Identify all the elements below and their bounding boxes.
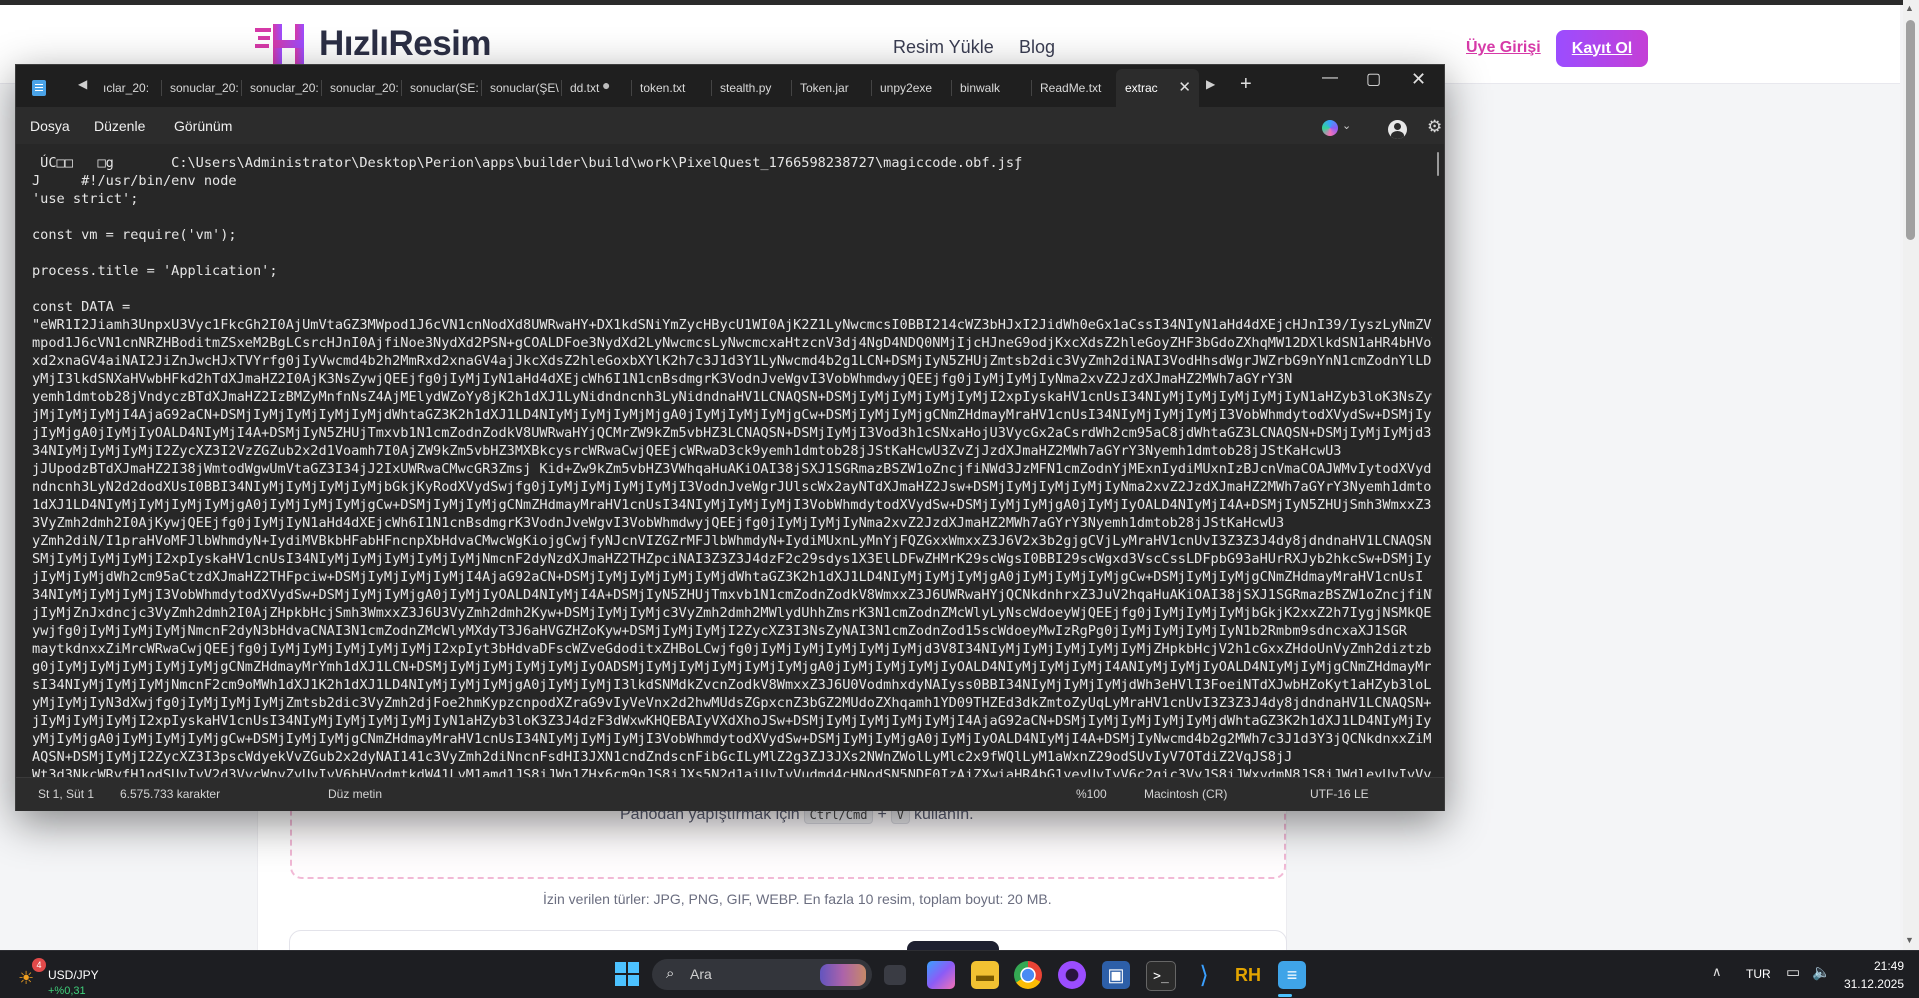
minimize-icon[interactable]: —: [1322, 69, 1338, 87]
tab-file-12[interactable]: binwalk: [951, 69, 1031, 107]
vscode-icon[interactable]: ⟩: [1190, 961, 1218, 989]
unsaved-dot-icon: ●: [602, 77, 611, 93]
tab-file-11[interactable]: unpy2exe: [871, 69, 951, 107]
network-icon[interactable]: ▭: [1786, 963, 1800, 981]
input-language[interactable]: TUR: [1746, 967, 1771, 981]
menu-view[interactable]: Görünüm: [174, 118, 232, 134]
clock-date[interactable]: 31.12.2025: [1840, 977, 1904, 991]
status-format: Düz metin: [328, 787, 383, 801]
taskbar-search[interactable]: ⌕ Ara: [652, 959, 872, 990]
close-tab-icon[interactable]: ✕: [1178, 78, 1191, 96]
nav-resim-yukle[interactable]: Resim Yükle: [893, 37, 994, 58]
active-tab-label: extrac: [1125, 81, 1158, 95]
menu-edit[interactable]: Düzenle: [94, 118, 145, 134]
network-tool-icon[interactable]: ▣: [1102, 961, 1130, 989]
login-link[interactable]: Üye Girişi: [1466, 39, 1541, 57]
tab-scroll-left-icon[interactable]: ◀: [78, 77, 87, 91]
copilot-icon[interactable]: [1322, 120, 1338, 136]
notepad-statusbar: St 1, Süt 1 6.575.733 karakter Düz metin…: [16, 777, 1444, 811]
browser-edge: [0, 0, 1919, 5]
chevron-down-icon[interactable]: ⌄: [1342, 119, 1351, 132]
notepad-app-icon: [32, 80, 46, 96]
status-line-ending: Macintosh (CR): [1144, 787, 1228, 801]
status-encoding: UTF-16 LE: [1310, 787, 1369, 801]
resource-hacker-icon[interactable]: RH: [1234, 961, 1262, 989]
widget-badge: 4: [32, 958, 46, 972]
tab-file-4[interactable]: sonuclar_20:: [321, 69, 399, 107]
tab-file-7[interactable]: dd.txt: [561, 69, 621, 107]
notepad-taskbar-icon[interactable]: ≡: [1278, 961, 1306, 989]
maximize-icon[interactable]: ▢: [1366, 69, 1381, 89]
search-icon: ⌕: [666, 965, 675, 982]
logo-icon: [255, 24, 304, 64]
tab-file-1[interactable]: ıclar_20:: [94, 69, 166, 107]
site-logo[interactable]: HızlıResim: [255, 22, 492, 66]
copilot-app-icon[interactable]: [927, 961, 955, 989]
text-editor-area[interactable]: ÚC□□ □g C:\Users\Administrator\Desktop\P…: [16, 144, 1444, 777]
notepad-window: ◀ ıclar_20: sonuclar_20: sonuclar_20: so…: [15, 64, 1445, 811]
allowed-types-text: İzin verilen türler: JPG, PNG, GIF, WEBP…: [543, 891, 1052, 907]
status-zoom[interactable]: %100: [1076, 787, 1107, 801]
nav-blog[interactable]: Blog: [1019, 37, 1055, 58]
start-button[interactable]: [615, 962, 639, 986]
chrome-icon[interactable]: [1014, 961, 1042, 989]
tab-file-6[interactable]: sonuclar(ŞE\: [481, 69, 559, 107]
tab-file-5[interactable]: sonuclar(SE:: [401, 69, 479, 107]
editor-scroll-thumb[interactable]: [1437, 152, 1439, 176]
menu-file[interactable]: Dosya: [30, 118, 70, 134]
windows-taskbar: ☀ 4 USD/JPY +%0,31 ⌕ Ara ▬ ▣ >_ ⟩ RH ≡ ∧…: [0, 950, 1919, 998]
scroll-up-icon[interactable]: ▲: [1905, 3, 1914, 13]
tab-file-3[interactable]: sonuclar_20:: [241, 69, 319, 107]
tab-file-10[interactable]: Token.jar: [791, 69, 871, 107]
tray-overflow-chevron-icon[interactable]: ∧: [1712, 964, 1722, 980]
page-scroll-thumb[interactable]: [1906, 20, 1915, 240]
tab-file-8[interactable]: token.txt: [631, 69, 711, 107]
scroll-down-icon[interactable]: ▼: [1905, 935, 1914, 945]
add-tab-icon[interactable]: +: [1240, 73, 1252, 96]
logo-text: HızlıResim: [319, 24, 492, 63]
clock-time[interactable]: 21:49: [1854, 959, 1904, 973]
tor-browser-icon[interactable]: [1058, 961, 1086, 989]
search-highlight-icon: [820, 964, 866, 986]
tab-scroll-right-icon[interactable]: ▶: [1206, 77, 1215, 91]
volume-icon[interactable]: 🔈: [1812, 963, 1831, 981]
file-explorer-icon[interactable]: ▬: [971, 961, 999, 989]
widget-title: USD/JPY: [48, 968, 99, 982]
task-view-icon[interactable]: [884, 965, 906, 985]
widget-value: +%0,31: [48, 985, 86, 997]
status-cursor-position: St 1, Süt 1: [38, 787, 95, 801]
terminal-icon[interactable]: >_: [1146, 961, 1176, 991]
tab-file-2[interactable]: sonuclar_20:: [161, 69, 239, 107]
notepad-menubar: Dosya Düzenle Görünüm ⌄ ⚙: [16, 107, 1444, 144]
editor-content[interactable]: ÚC□□ □g C:\Users\Administrator\Desktop\P…: [32, 154, 1432, 777]
tab-active-file[interactable]: extrac ✕: [1116, 69, 1199, 107]
tab-file-9[interactable]: stealth.py: [711, 69, 791, 107]
settings-gear-icon[interactable]: ⚙: [1427, 117, 1442, 137]
close-window-icon[interactable]: ✕: [1411, 69, 1426, 90]
signup-button[interactable]: Kayıt Ol: [1556, 30, 1648, 67]
search-placeholder: Ara: [690, 966, 712, 982]
status-char-count: 6.575.733 karakter: [120, 787, 221, 801]
account-avatar-icon[interactable]: [1388, 120, 1407, 139]
notepad-titlebar[interactable]: ◀ ıclar_20: sonuclar_20: sonuclar_20: so…: [16, 65, 1444, 107]
tab-file-13[interactable]: ReadMe.txt: [1031, 69, 1116, 107]
